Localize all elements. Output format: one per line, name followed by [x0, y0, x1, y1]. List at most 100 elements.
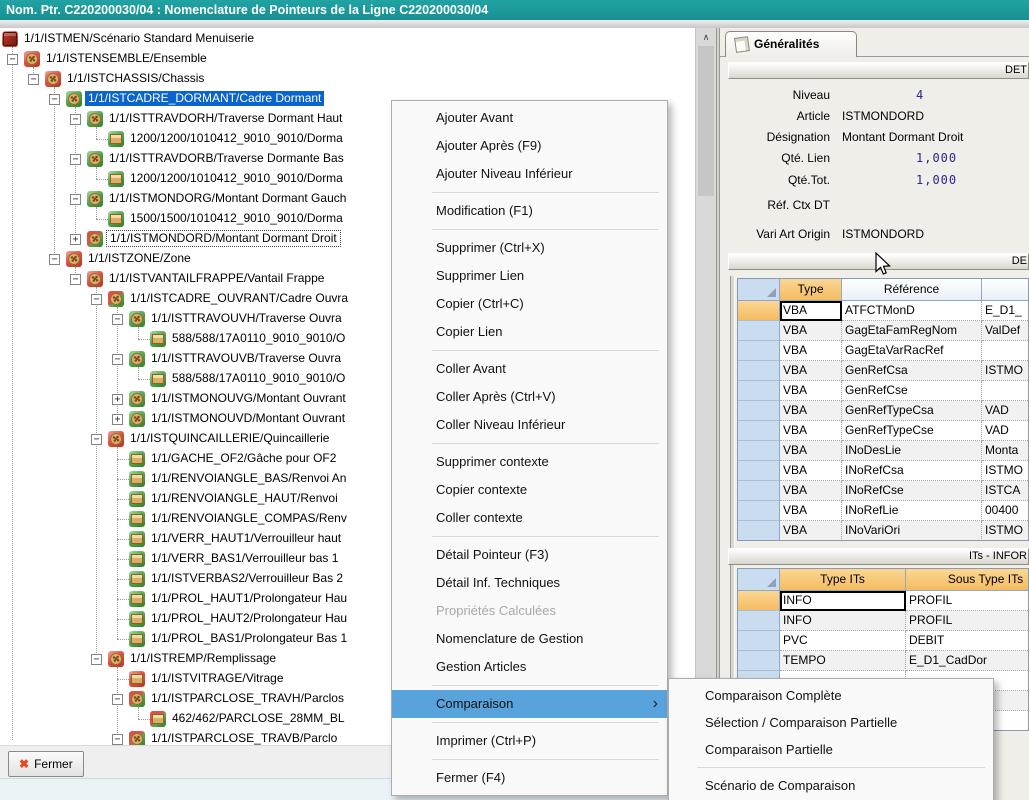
table-cell[interactable]: GenRefTypeCse: [842, 421, 982, 441]
tree-item-label[interactable]: 588/588/17A0110_9010_9010/O: [169, 371, 348, 386]
menu-item-fermer-f4[interactable]: Fermer (F4): [392, 764, 667, 792]
row-selector-cell[interactable]: [738, 481, 780, 501]
expand-plus-icon[interactable]: +: [112, 394, 123, 405]
row-selector-cell[interactable]: [738, 381, 780, 401]
tree-scrollbar[interactable]: ∧ ∨: [695, 28, 716, 745]
collapse-minus-icon[interactable]: −: [70, 154, 81, 165]
menu-item-copier-contexte[interactable]: Copier contexte: [392, 476, 667, 504]
table-cell[interactable]: ISTMO: [982, 521, 1029, 541]
menu-item-d-tail-pointeur-f3[interactable]: Détail Pointeur (F3): [392, 541, 667, 569]
tree-item-label[interactable]: 1/1/PROL_BAS1/Prolongateur Bas 1: [148, 631, 350, 646]
collapse-minus-icon[interactable]: −: [7, 54, 18, 65]
tree-item[interactable]: − 1/1/ISTCHASSIS/Chassis: [0, 69, 695, 89]
row-selector-cell[interactable]: [738, 341, 780, 361]
tree-item-label[interactable]: 1/1/ISTQUINCAILLERIE/Quincaillerie: [127, 431, 332, 446]
table-cell[interactable]: INoRefCsa: [842, 461, 982, 481]
column-header-r-f-rence[interactable]: Référence: [842, 279, 982, 301]
tree-item-label[interactable]: 1/1/ISTREMP/Remplissage: [127, 651, 279, 666]
tree-item-label[interactable]: 1/1/ISTVITRAGE/Vitrage: [148, 671, 287, 686]
menu-item-supprimer-contexte[interactable]: Supprimer contexte: [392, 448, 667, 476]
row-selector-cell[interactable]: [738, 461, 780, 481]
table-cell[interactable]: E_D1_: [982, 301, 1029, 321]
table-cell[interactable]: GenRefTypeCsa: [842, 401, 982, 421]
table-cell[interactable]: PVC: [780, 631, 906, 651]
expand-plus-icon[interactable]: +: [70, 234, 81, 245]
menu-item-d-tail-inf-techniques[interactable]: Détail Inf. Techniques: [392, 569, 667, 597]
tree-item-label[interactable]: 1/1/ISTVERBAS2/Verrouilleur Bas 2: [148, 571, 346, 586]
collapse-minus-icon[interactable]: −: [112, 354, 123, 365]
table-cell[interactable]: GagEtaFamRegNom: [842, 321, 982, 341]
table-cell[interactable]: PROFIL: [906, 591, 1029, 611]
collapse-minus-icon[interactable]: −: [70, 274, 81, 285]
table-cell[interactable]: INFO: [780, 611, 906, 631]
table-cell[interactable]: [982, 341, 1029, 361]
collapse-minus-icon[interactable]: −: [70, 114, 81, 125]
menu-item-coller-niveau-inf-rieur[interactable]: Coller Niveau Inférieur: [392, 411, 667, 439]
table-cell[interactable]: TEMPO: [780, 651, 906, 671]
tree-item-label[interactable]: 1/1/ISTENSEMBLE/Ensemble: [43, 51, 210, 66]
menu-item-coller-contexte[interactable]: Coller contexte: [392, 504, 667, 532]
fermer-button[interactable]: ✖ Fermer: [8, 751, 84, 777]
expand-plus-icon[interactable]: +: [112, 414, 123, 425]
tree-item-label[interactable]: 1/1/VERR_HAUT1/Verrouilleur haut: [148, 531, 344, 546]
tree-item-label[interactable]: 1/1/ISTCADRE_DORMANT/Cadre Dormant: [85, 91, 324, 106]
tree-item-label[interactable]: 1/1/ISTPARCLOSE_TRAVB/Parclo: [148, 731, 340, 745]
table-cell[interactable]: VAD: [982, 421, 1029, 441]
table-cell[interactable]: INFO: [780, 591, 906, 611]
collapse-minus-icon[interactable]: −: [70, 194, 81, 205]
tree-item-label[interactable]: 1/1/ISTPARCLOSE_TRAVH/Parclos: [148, 691, 347, 706]
tab-generalites[interactable]: Généralités: [725, 31, 857, 57]
collapse-minus-icon[interactable]: −: [91, 294, 102, 305]
row-selector-cell[interactable]: [738, 321, 780, 341]
row-selector-cell[interactable]: [738, 421, 780, 441]
menu-item-ajouter-niveau-inf-rieur[interactable]: Ajouter Niveau Inférieur: [392, 160, 667, 188]
row-selector-cell[interactable]: [738, 611, 780, 631]
table-cell[interactable]: ATFCTMonD: [842, 301, 982, 321]
row-selector-cell[interactable]: [738, 301, 780, 321]
menu-item-modification-f1[interactable]: Modification (F1): [392, 197, 667, 225]
menu-item-ajouter-apr-s-f9[interactable]: Ajouter Après (F9): [392, 132, 667, 160]
tree-item-label[interactable]: 1/1/ISTMONOUVG/Montant Ouvrant: [148, 391, 349, 406]
tree-item-label[interactable]: 1/1/ISTCHASSIS/Chassis: [64, 71, 207, 86]
table-cell[interactable]: VBA: [780, 301, 842, 321]
table-corner-cell[interactable]: [738, 569, 780, 591]
tree-item-label[interactable]: 1/1/ISTTRAVDORB/Traverse Dormante Bas: [106, 151, 347, 166]
table-cell[interactable]: DEBIT: [906, 631, 1029, 651]
table-cell[interactable]: E_D1_CadDor: [906, 651, 1029, 671]
tree-item-label[interactable]: 1/1/VERR_BAS1/Verrouilleur bas 1: [148, 551, 341, 566]
column-header[interactable]: [982, 279, 1029, 301]
column-header-type-its[interactable]: Type ITs: [780, 569, 906, 591]
row-selector-cell[interactable]: [738, 521, 780, 541]
table-cell[interactable]: Monta: [982, 441, 1029, 461]
collapse-minus-icon[interactable]: −: [91, 434, 102, 445]
tree-item-label[interactable]: 588/588/17A0110_9010_9010/O: [169, 331, 348, 346]
table-cell[interactable]: VAD: [982, 401, 1029, 421]
tree-item-label[interactable]: 1/1/ISTMEN/Scénario Standard Menuiserie: [21, 31, 257, 46]
menu-item-s-lection-comparaison-partielle[interactable]: Sélection / Comparaison Partielle: [669, 709, 993, 736]
row-selector-cell[interactable]: [738, 631, 780, 651]
table-cell[interactable]: 00400: [982, 501, 1029, 521]
table-cell[interactable]: ISTCA: [982, 481, 1029, 501]
table-cell[interactable]: VBA: [780, 361, 842, 381]
tree-item-label[interactable]: 1/1/RENVOIANGLE_COMPAS/Renv: [148, 511, 350, 526]
menu-item-comparaison-partielle[interactable]: Comparaison Partielle: [669, 736, 993, 763]
tree-item-label[interactable]: 1/1/PROL_HAUT2/Prolongateur Hau: [148, 611, 350, 626]
row-selector-cell[interactable]: [738, 361, 780, 381]
collapse-minus-icon[interactable]: −: [28, 74, 39, 85]
collapse-minus-icon[interactable]: −: [112, 734, 123, 745]
menu-item-coller-apr-s-ctrl-v[interactable]: Coller Après (Ctrl+V): [392, 383, 667, 411]
scrollbar-thumb[interactable]: [698, 46, 714, 196]
table-cell[interactable]: VBA: [780, 521, 842, 541]
table-cell[interactable]: INoRefLie: [842, 501, 982, 521]
collapse-minus-icon[interactable]: −: [112, 694, 123, 705]
tree-item-label[interactable]: 1/1/ISTVANTAILFRAPPE/Vantail Frappe: [106, 271, 327, 286]
table-cell[interactable]: VBA: [780, 341, 842, 361]
table-cell[interactable]: ValDef: [982, 321, 1029, 341]
menu-item-sc-nario-de-comparaison[interactable]: Scénario de Comparaison: [669, 772, 993, 799]
table-cell[interactable]: VBA: [780, 421, 842, 441]
tree-item-label[interactable]: 1500/1500/1010412_9010_9010/Dorma: [127, 211, 346, 226]
tree-item-label[interactable]: 1/1/ISTTRAVOUVB/Traverse Ouvra: [148, 351, 344, 366]
table-cell[interactable]: INoVariOri: [842, 521, 982, 541]
table-cell[interactable]: [982, 381, 1029, 401]
row-selector-cell[interactable]: [738, 501, 780, 521]
